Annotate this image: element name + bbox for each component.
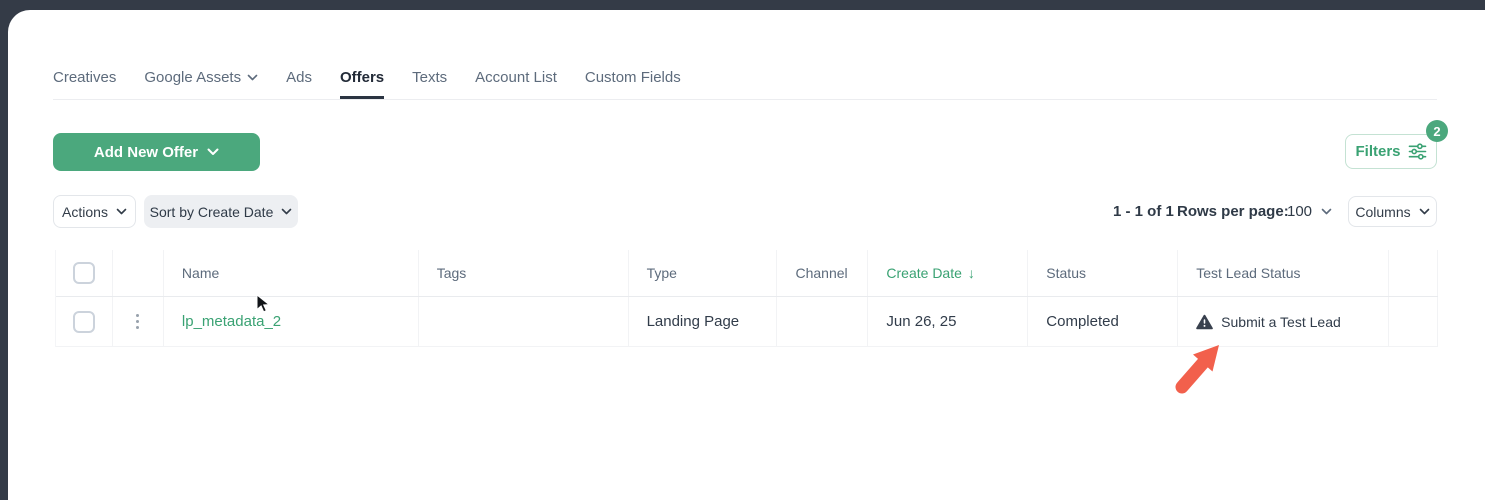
tab-creatives[interactable]: Creatives: [53, 56, 116, 99]
filters-button[interactable]: Filters: [1345, 134, 1437, 169]
screen: Creatives Google Assets Ads Offers Texts…: [0, 0, 1485, 500]
row-checkbox[interactable]: [72, 310, 95, 333]
rows-per-page-value: 100: [1287, 203, 1313, 220]
chevron-down-icon: [247, 74, 258, 81]
tab-account-list[interactable]: Account List: [475, 56, 557, 99]
filters-label: Filters: [1355, 143, 1401, 160]
add-new-offer-button[interactable]: Add New Offer: [53, 133, 260, 171]
tab-texts[interactable]: Texts: [412, 56, 447, 99]
row-menu-kebab-icon[interactable]: [132, 310, 143, 333]
row-spacer-cell: [1389, 297, 1438, 346]
cell-name: lp_metadata_2: [164, 297, 419, 346]
header-create-date-label: Create Date: [886, 265, 962, 281]
sort-desc-icon: ↓: [967, 265, 975, 281]
chevron-down-icon: [1321, 208, 1332, 215]
tab-label: Custom Fields: [584, 69, 681, 86]
chevron-down-icon: [207, 148, 219, 155]
cell-tags: [419, 297, 629, 346]
tab-ads[interactable]: Ads: [286, 56, 312, 99]
annotation-arrow-icon: [1175, 345, 1219, 394]
test-lead-status-label: Submit a Test Lead: [1221, 313, 1341, 330]
tab-offers[interactable]: Offers: [339, 56, 385, 99]
tab-label: Texts: [412, 69, 448, 86]
header-select-cell: [56, 250, 113, 296]
row-menu-cell: [113, 297, 164, 346]
mouse-cursor-icon: [256, 294, 271, 313]
tab-label: Creatives: [53, 69, 117, 86]
cell-create-date: Jun 26, 25: [868, 297, 1029, 346]
chevron-down-icon: [282, 208, 292, 215]
header-menu-cell: [113, 250, 164, 296]
header-channel[interactable]: Channel: [777, 250, 869, 296]
header-type[interactable]: Type: [629, 250, 778, 296]
rows-per-page-select[interactable]: 100: [1287, 195, 1332, 228]
header-spacer-cell: [1389, 250, 1438, 296]
header-create-date[interactable]: Create Date ↓: [868, 250, 1029, 296]
header-name[interactable]: Name: [164, 250, 419, 296]
cell-channel: [777, 297, 869, 346]
columns-button[interactable]: Columns: [1348, 196, 1437, 227]
offer-name-link[interactable]: lp_metadata_2: [182, 313, 281, 330]
rows-per-page-label: Rows per page:: [1177, 203, 1289, 220]
header-status[interactable]: Status: [1028, 250, 1179, 296]
cell-type: Landing Page: [629, 297, 778, 346]
tab-google-assets[interactable]: Google Assets: [144, 56, 258, 99]
filters-count-badge: 2: [1426, 120, 1448, 142]
chevron-down-icon: [1419, 208, 1429, 215]
tab-custom-fields[interactable]: Custom Fields: [585, 56, 681, 99]
chevron-down-icon: [116, 208, 127, 215]
tab-label: Offers: [339, 69, 385, 86]
actions-label: Actions: [62, 203, 108, 220]
table-header-row: Name Tags Type Channel Create Date ↓ Sta…: [56, 250, 1438, 297]
tab-label: Google Assets: [144, 69, 242, 86]
pagination-range: 1 - 1 of 1: [1113, 203, 1174, 220]
sort-by-button[interactable]: Sort by Create Date: [144, 195, 298, 228]
row-select-cell: [56, 297, 113, 346]
select-all-checkbox[interactable]: [72, 262, 95, 284]
header-tags[interactable]: Tags: [419, 250, 629, 296]
actions-button[interactable]: Actions: [53, 195, 136, 228]
tab-bar: Creatives Google Assets Ads Offers Texts…: [53, 56, 1437, 100]
cell-status: Completed: [1028, 297, 1179, 346]
add-new-offer-label: Add New Offer: [93, 143, 199, 161]
sort-by-label: Sort by Create Date: [149, 203, 274, 220]
warning-icon: [1196, 314, 1213, 329]
tab-label: Ads: [286, 69, 312, 86]
columns-label: Columns: [1355, 203, 1411, 220]
header-test-lead-status[interactable]: Test Lead Status: [1178, 250, 1390, 296]
tab-label: Account List: [475, 69, 557, 86]
sliders-icon: [1408, 143, 1426, 160]
